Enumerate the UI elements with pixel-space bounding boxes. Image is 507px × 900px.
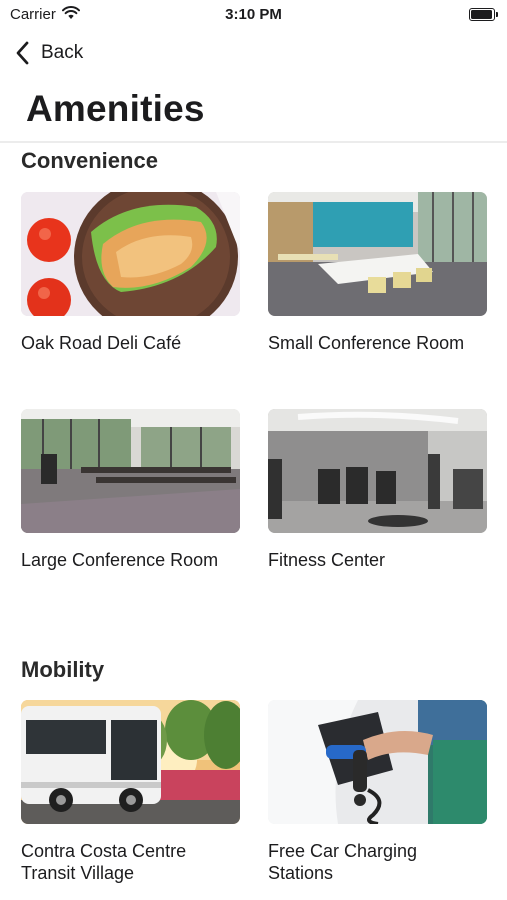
amenity-card-deli[interactable]: Oak Road Deli Café [21, 192, 240, 354]
chevron-left-icon [16, 41, 29, 65]
status-time: 3:10 PM [225, 6, 282, 23]
amenity-card-large-conference[interactable]: Large Conference Room [21, 409, 240, 571]
back-button[interactable]: Back [12, 38, 83, 68]
section-title-convenience: Convenience [21, 148, 158, 173]
fitness-photo [268, 409, 487, 533]
amenity-card-transit-village[interactable]: Contra Costa Centre Transit Village [21, 700, 240, 884]
amenity-card-car-charging[interactable]: Free Car Charging Stations [268, 700, 487, 884]
transit-village-photo [21, 700, 240, 824]
amenity-label: Fitness Center [268, 550, 386, 570]
battery-icon [469, 8, 498, 21]
large-conference-photo [21, 409, 240, 533]
back-label: Back [41, 42, 84, 63]
small-conference-photo [268, 192, 487, 316]
section-title-mobility: Mobility [21, 657, 105, 682]
amenity-label: Oak Road Deli Café [21, 333, 182, 353]
status-bar: Carrier 3:10 PM [0, 0, 507, 30]
amenity-card-small-conference[interactable]: Small Conference Room [268, 192, 487, 354]
amenity-label: Large Conference Room [21, 550, 219, 570]
deli-photo [21, 192, 240, 316]
car-charging-photo [268, 700, 487, 824]
amenity-card-fitness[interactable]: Fitness Center [268, 409, 487, 571]
amenity-label: Free Car Charging Stations [268, 841, 418, 883]
header-divider [0, 141, 507, 143]
amenity-label: Contra Costa Centre Transit Village [21, 841, 187, 883]
page-title: Amenities [26, 88, 205, 129]
amenity-label: Small Conference Room [268, 333, 465, 353]
